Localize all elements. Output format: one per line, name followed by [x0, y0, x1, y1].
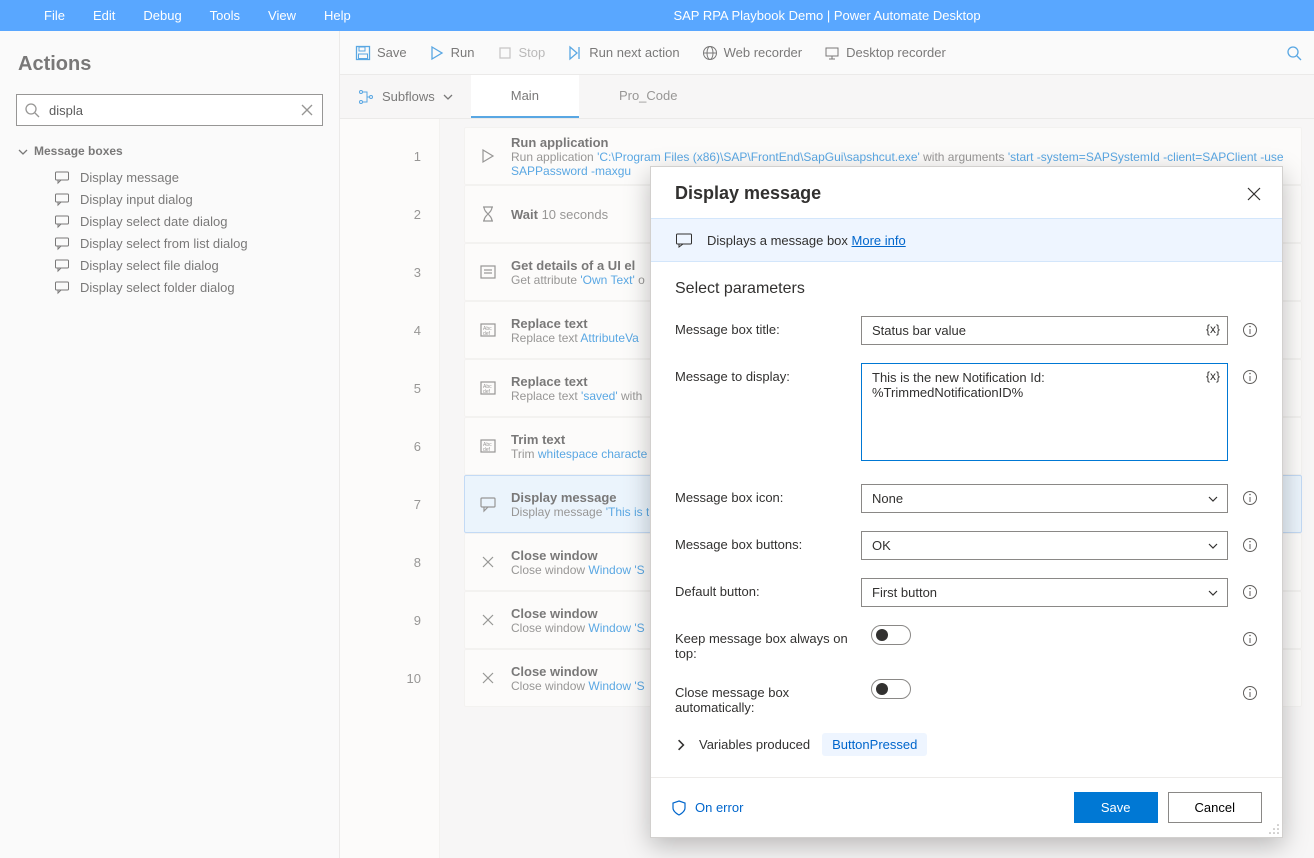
select-default-button[interactable]: First button [861, 578, 1228, 607]
info-icon[interactable] [1242, 369, 1258, 385]
dialog-info-banner: Displays a message box More info [651, 218, 1282, 262]
close-icon[interactable] [1246, 186, 1262, 202]
display-message-dialog: Display message Displays a message box M… [650, 166, 1283, 838]
variables-produced-row[interactable]: Variables produced ButtonPressed [675, 733, 1258, 764]
label-close-automatically: Close message box automatically: [675, 679, 871, 715]
input-message-to-display[interactable]: This is the new Notification Id: %Trimme… [861, 363, 1228, 461]
label-message-box-title: Message box title: [675, 316, 861, 337]
toggle-close-automatically[interactable] [871, 679, 911, 699]
resize-grip-icon[interactable] [1268, 823, 1280, 835]
info-icon[interactable] [1242, 584, 1258, 600]
select-message-box-buttons[interactable]: OK [861, 531, 1228, 560]
info-icon[interactable] [1242, 537, 1258, 553]
info-icon[interactable] [1242, 322, 1258, 338]
info-icon[interactable] [1242, 490, 1258, 506]
label-message-to-display: Message to display: [675, 363, 861, 384]
on-error-button[interactable]: On error [671, 800, 743, 816]
label-message-box-buttons: Message box buttons: [675, 531, 861, 552]
label-message-box-icon: Message box icon: [675, 484, 861, 505]
more-info-link[interactable]: More info [852, 233, 906, 248]
select-message-box-icon[interactable]: None [861, 484, 1228, 513]
variable-chip-buttonpressed[interactable]: ButtonPressed [822, 733, 927, 756]
label-default-button: Default button: [675, 578, 861, 599]
variable-picker-icon[interactable]: {x} [1206, 369, 1220, 383]
message-icon [675, 231, 693, 249]
chevron-right-icon [675, 739, 687, 751]
shield-icon [671, 800, 687, 816]
dialog-title: Display message [675, 183, 821, 204]
toggle-always-on-top[interactable] [871, 625, 911, 645]
info-icon[interactable] [1242, 685, 1258, 701]
info-icon[interactable] [1242, 631, 1258, 647]
select-parameters-heading: Select parameters [675, 280, 1258, 298]
input-message-box-title[interactable] [861, 316, 1228, 345]
cancel-button[interactable]: Cancel [1168, 792, 1262, 823]
save-button[interactable]: Save [1074, 792, 1158, 823]
variable-picker-icon[interactable]: {x} [1206, 322, 1220, 336]
label-always-on-top: Keep message box always on top: [675, 625, 871, 661]
